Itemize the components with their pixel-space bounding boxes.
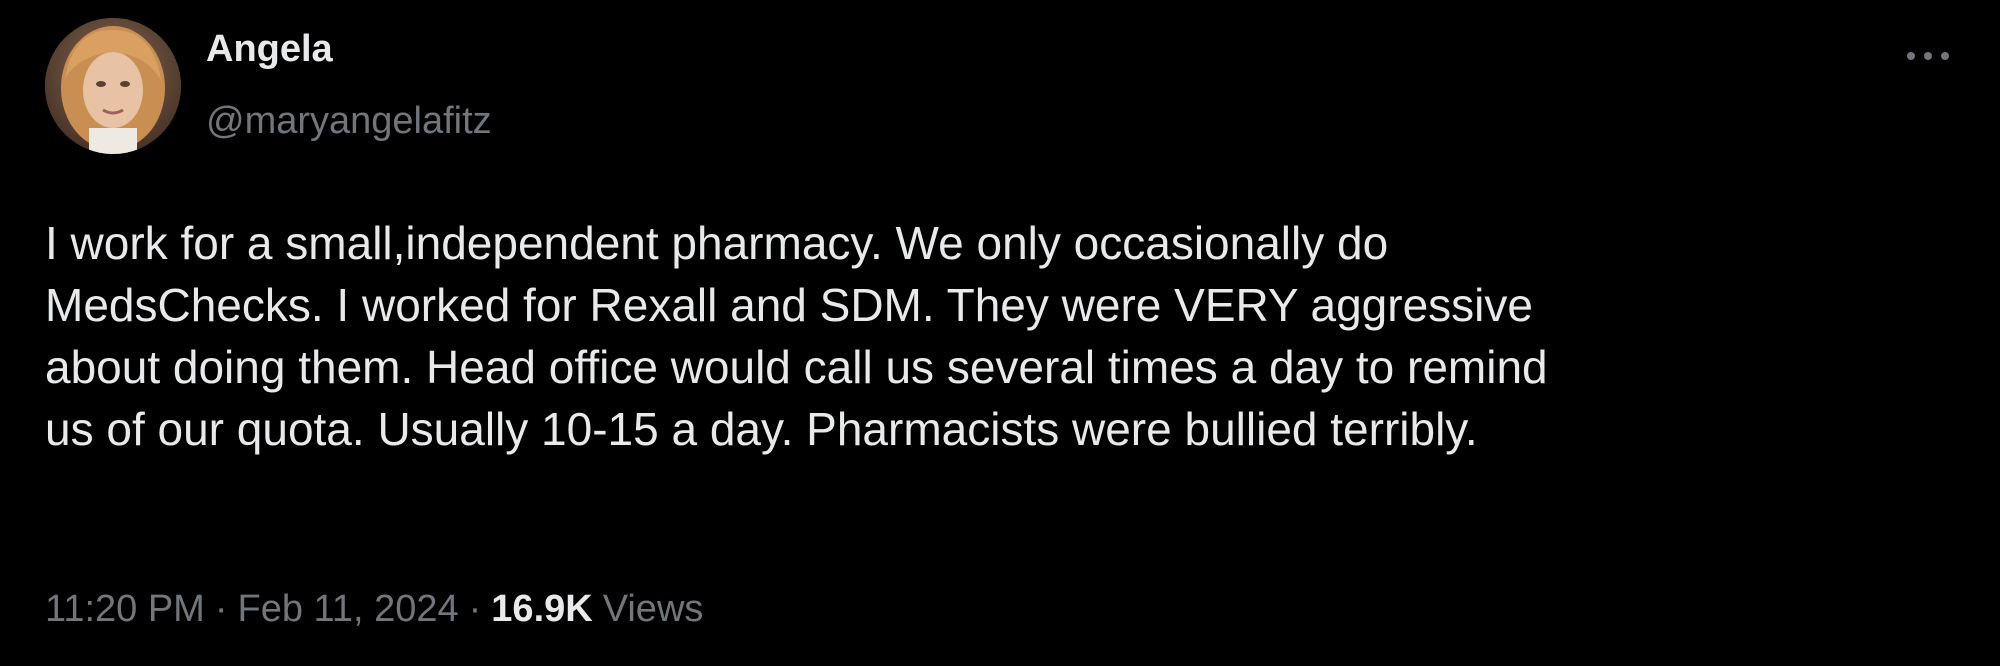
views-count[interactable]: 16.9K xyxy=(491,588,592,630)
author-handle[interactable]: @maryangelafitz xyxy=(206,100,492,143)
views-label: Views xyxy=(602,588,704,630)
tweet-date[interactable]: Feb 11, 2024 xyxy=(238,588,459,630)
tweet-text: I work for a small,independent pharmacy.… xyxy=(45,212,1965,460)
tweet-meta: 11:20 PM · Feb 11, 2024 · 16.9K Views xyxy=(45,588,703,631)
tweet-text-line: MedsChecks. I worked for Rexall and SDM.… xyxy=(45,279,1533,331)
more-horizontal-icon xyxy=(1907,52,1949,60)
tweet-text-line: us of our quota. Usually 10-15 a day. Ph… xyxy=(45,403,1478,455)
meta-separator: · xyxy=(214,588,228,630)
tweet-card: Angela @maryangelafitz I work for a smal… xyxy=(0,0,2000,666)
profile-photo-icon xyxy=(45,18,181,154)
tweet-text-line: about doing them. Head office would call… xyxy=(45,341,1548,393)
tweet-text-line: I work for a small,independent pharmacy.… xyxy=(45,217,1389,269)
meta-separator: · xyxy=(468,588,482,630)
more-options-button[interactable] xyxy=(1898,36,1958,76)
tweet-time[interactable]: 11:20 PM xyxy=(45,588,205,630)
avatar[interactable] xyxy=(45,18,181,154)
author-name[interactable]: Angela xyxy=(206,28,333,71)
